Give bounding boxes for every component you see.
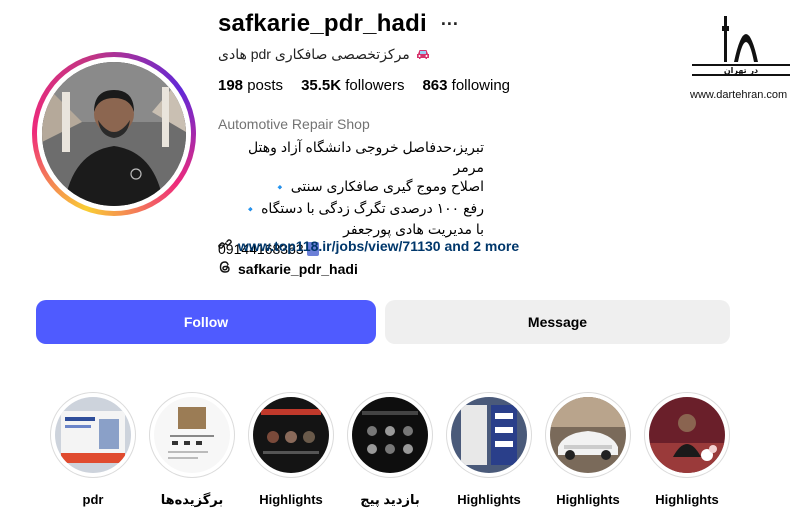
full-name-row: مرکزتخصصی صافکاری pdr هادی [218, 46, 448, 63]
highlight-cover [649, 397, 725, 473]
bio-line-3: رفع ۱۰۰ درصدی تگرگ زدگی با دستگاه 🔹 [218, 199, 485, 221]
highlight-ring [50, 392, 136, 478]
highlight-cover [154, 397, 230, 473]
highlight-label: Highlights [655, 492, 719, 507]
tehran-skyline-logo: در تهران [692, 16, 790, 76]
highlight-cover [352, 397, 428, 473]
posts-label: posts [247, 77, 284, 94]
highlight-cover [55, 397, 131, 473]
posts-stat[interactable]: 198 posts [218, 77, 283, 94]
highlight-ring [347, 392, 433, 478]
bio-line-2-text: اصلاح وموج گیری صافکاری سنتی [290, 178, 484, 194]
highlight-item[interactable]: Highlights [446, 392, 532, 508]
follow-button[interactable]: Follow [36, 300, 376, 344]
full-name: مرکزتخصصی صافکاری pdr هادی [218, 46, 410, 62]
highlight-label: Highlights [259, 492, 323, 507]
highlight-cover [451, 397, 527, 473]
highlight-item[interactable]: برگزیده‌ها [149, 392, 235, 508]
following-count: 863 [422, 77, 448, 94]
car-icon [416, 47, 430, 63]
watermark-url: www.dartehran.com [690, 89, 788, 101]
followers-label: followers [345, 77, 405, 94]
highlight-label: pdr [82, 492, 104, 507]
story-highlights: pdr برگزیده‌ها Highlights بازدید پیج Hig… [50, 392, 730, 508]
avatar-photo [42, 62, 186, 206]
followers-stat[interactable]: 35.5K followers [301, 77, 404, 94]
username: safkarie_pdr_hadi [218, 10, 427, 37]
following-label: following [451, 77, 511, 94]
highlight-item[interactable]: Highlights [644, 392, 730, 508]
highlight-ring [149, 392, 235, 478]
avatar-story-ring[interactable] [32, 52, 196, 216]
threads-icon [218, 260, 232, 277]
more-icon[interactable]: ··· [441, 14, 459, 35]
posts-count: 198 [218, 77, 244, 94]
highlight-ring [545, 392, 631, 478]
profile-category: Automotive Repair Shop [218, 116, 370, 132]
logo-text: در تهران [724, 66, 758, 75]
bio-line-2: اصلاح وموج گیری صافکاری سنتی 🔹 [218, 177, 484, 199]
profile-header: safkarie_pdr_hadi ··· [218, 10, 459, 38]
highlight-item[interactable]: بازدید پیج [347, 392, 433, 508]
diamond-icon: 🔹 [243, 203, 258, 216]
avatar[interactable] [42, 62, 186, 206]
profile-stats: 198 posts 35.5K followers 863 following [218, 77, 510, 94]
highlight-ring [644, 392, 730, 478]
highlight-label: Highlights [556, 492, 620, 507]
highlight-label: بازدید پیج [360, 492, 420, 507]
highlight-cover [550, 397, 626, 473]
bio-line-3-text: رفع ۱۰۰ درصدی تگرگ زدگی با دستگاه [261, 199, 484, 216]
message-button[interactable]: Message [385, 300, 730, 344]
avatar-border [37, 57, 191, 211]
external-link[interactable]: www.top118.ir/jobs/view/71130 and 2 more [218, 237, 519, 254]
link-text[interactable]: www.top118.ir/jobs/view/71130 and 2 more [238, 238, 519, 254]
highlight-label: Highlights [457, 492, 521, 507]
highlight-label: برگزیده‌ها [160, 492, 224, 507]
followers-count: 35.5K [301, 77, 342, 94]
diamond-icon: 🔹 [273, 182, 287, 194]
highlight-ring [248, 392, 334, 478]
highlight-item[interactable]: Highlights [545, 392, 631, 508]
threads-link[interactable]: safkarie_pdr_hadi [218, 260, 358, 277]
following-stat[interactable]: 863 following [422, 77, 510, 94]
highlight-ring [446, 392, 532, 478]
bio-line-1: تبریز،حدفاصل خروجی دانشگاه آزاد وهتل مرم… [247, 139, 484, 175]
highlight-item[interactable]: Highlights [248, 392, 334, 508]
threads-handle[interactable]: safkarie_pdr_hadi [238, 261, 358, 277]
highlight-item[interactable]: pdr [50, 392, 136, 508]
link-icon [218, 237, 232, 254]
highlight-cover [253, 397, 329, 473]
